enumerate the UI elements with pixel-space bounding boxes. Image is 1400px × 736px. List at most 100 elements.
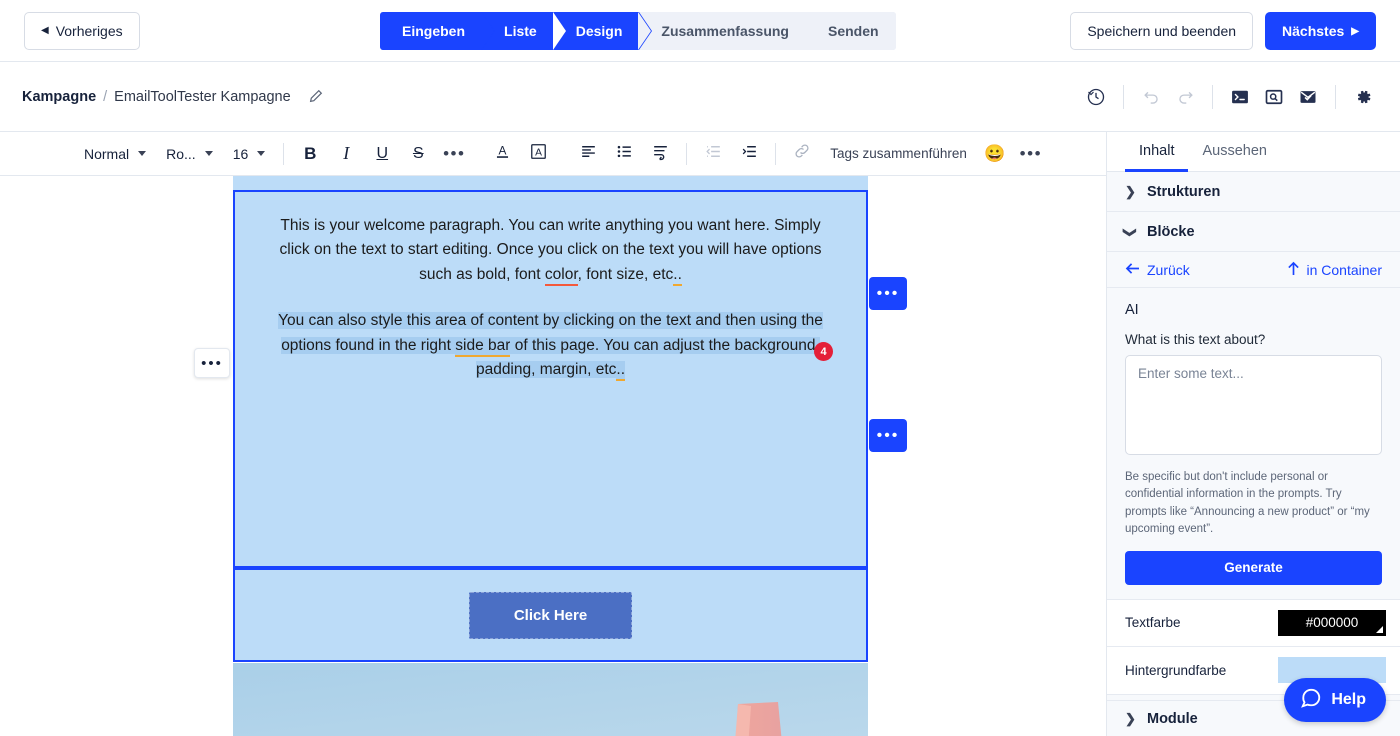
- link-button[interactable]: [784, 138, 820, 170]
- paragraph-style-select[interactable]: Normal: [74, 139, 156, 169]
- line-height-button[interactable]: [642, 138, 678, 170]
- in-container-label: in Container: [1306, 261, 1383, 278]
- text-color-swatch[interactable]: #000000: [1278, 609, 1386, 636]
- ai-panel: AI What is this text about? Be specific …: [1107, 288, 1400, 585]
- email-body: This is your welcome paragraph. You can …: [233, 176, 868, 736]
- indent-button[interactable]: [731, 138, 767, 170]
- p1-part-dots: ..: [673, 265, 682, 286]
- strikethrough-button[interactable]: S: [400, 138, 436, 170]
- step-label: Eingeben: [402, 23, 466, 39]
- indent-icon: [740, 142, 759, 166]
- p2-part-dots: ..: [616, 361, 626, 382]
- text-block-options-handle[interactable]: •••: [869, 277, 907, 310]
- help-button[interactable]: Help: [1284, 678, 1386, 722]
- preview-search-icon[interactable]: [1257, 80, 1291, 114]
- in-container-link[interactable]: in Container: [1287, 261, 1383, 279]
- step-zusammenfassung[interactable]: Zusammenfassung: [638, 12, 806, 50]
- right-sidebar: Inhalt Aussehen ❯ Strukturen ❯ Blöcke Zu…: [1106, 132, 1400, 736]
- back-link-label: Zurück: [1147, 261, 1190, 278]
- tab-aussehen[interactable]: Aussehen: [1188, 132, 1281, 172]
- align-left-icon: [579, 142, 598, 166]
- highlight-color-button[interactable]: A: [520, 138, 556, 170]
- help-button-label: Help: [1331, 691, 1366, 708]
- step-label: Zusammenfassung: [661, 23, 789, 39]
- section-bloecke-label: Blöcke: [1147, 223, 1195, 240]
- status-badge: 4: [814, 342, 833, 361]
- back-link[interactable]: Zurück: [1125, 262, 1190, 278]
- underline-button[interactable]: U: [364, 138, 400, 170]
- block-options-handle-top[interactable]: •••: [194, 348, 230, 378]
- test-email-icon[interactable]: [1291, 80, 1325, 114]
- font-size-value: 16: [232, 145, 249, 162]
- step-label: Design: [575, 23, 623, 39]
- top-bar: ◀ Vorheriges Eingeben Liste Design Zusam…: [0, 0, 1400, 62]
- previous-button-label: Vorheriges: [55, 22, 123, 39]
- breadcrumb-root[interactable]: Kampagne: [22, 89, 96, 105]
- more-formats-button[interactable]: •••: [436, 138, 472, 170]
- step-eingeben[interactable]: Eingeben: [380, 12, 496, 50]
- click-here-button[interactable]: Click Here: [468, 591, 633, 639]
- campaign-bar: Kampagne / EmailToolTester Kampagne: [0, 62, 1400, 132]
- toolbar-overflow-button[interactable]: •••: [1013, 138, 1049, 170]
- sidebar-tabs: Inhalt Aussehen: [1107, 132, 1400, 172]
- tab-inhalt[interactable]: Inhalt: [1125, 132, 1189, 172]
- history-icon[interactable]: [1079, 80, 1113, 114]
- text-highlight-icon: A: [529, 142, 548, 166]
- chevron-down-icon: [204, 151, 213, 156]
- step-label: Liste: [504, 23, 537, 39]
- font-size-select[interactable]: 16: [223, 139, 276, 169]
- align-button[interactable]: [570, 138, 606, 170]
- save-and-exit-button[interactable]: Speichern und beenden: [1070, 12, 1254, 50]
- font-family-select[interactable]: Ro...: [156, 139, 223, 169]
- text-block[interactable]: This is your welcome paragraph. You can …: [233, 190, 868, 568]
- next-button[interactable]: Nächstes ▶: [1265, 12, 1376, 50]
- previous-button[interactable]: ◀ Vorheriges: [24, 11, 140, 50]
- p2-part-b: of this page. You can adjust the backgro…: [475, 336, 820, 379]
- bullet-list-button[interactable]: [606, 138, 642, 170]
- undo-icon[interactable]: [1134, 80, 1168, 114]
- emoji-button[interactable]: 😀: [977, 138, 1013, 170]
- step-senden[interactable]: Senden: [804, 12, 896, 50]
- underline-icon: U: [376, 144, 389, 162]
- button-block-options-handle[interactable]: •••: [869, 419, 907, 452]
- step-liste[interactable]: Liste: [481, 12, 567, 50]
- divider: [1123, 85, 1124, 109]
- generate-button[interactable]: Generate: [1125, 550, 1382, 585]
- arrow-up-icon: [1287, 261, 1300, 279]
- ellipsis-icon: •••: [201, 354, 223, 372]
- top-spacer-block[interactable]: [233, 176, 868, 190]
- font-family-value: Ro...: [166, 145, 196, 162]
- ai-title: AI: [1125, 302, 1139, 318]
- gear-icon[interactable]: [1346, 80, 1380, 114]
- italic-button[interactable]: I: [328, 138, 364, 170]
- chat-bubble-icon: [1300, 687, 1322, 714]
- ai-prompt-input[interactable]: [1125, 355, 1382, 455]
- svg-text:A: A: [498, 143, 506, 157]
- redo-icon[interactable]: [1168, 80, 1202, 114]
- pencil-icon[interactable]: [308, 89, 323, 104]
- p1-part-b: , font size, etc: [577, 265, 674, 283]
- button-block[interactable]: Click Here: [233, 568, 868, 662]
- chevron-down-icon: ❯: [1123, 226, 1138, 238]
- link-icon: [793, 142, 811, 165]
- bold-button[interactable]: B: [292, 138, 328, 170]
- section-strukturen[interactable]: ❯ Strukturen: [1107, 172, 1400, 212]
- chevron-right-icon: ❯: [1125, 710, 1136, 726]
- triangle-right-icon: ▶: [1351, 25, 1359, 37]
- ai-hint-text: Be specific but don't include personal o…: [1125, 471, 1370, 536]
- font-color-button[interactable]: A: [484, 138, 520, 170]
- outdent-button[interactable]: [695, 138, 731, 170]
- block-nav-row: Zurück in Container: [1107, 252, 1400, 288]
- text-color-icon: A: [493, 142, 512, 166]
- merge-tags-button[interactable]: Tags zusammenführen: [820, 146, 977, 161]
- image-block[interactable]: [233, 663, 868, 736]
- code-terminal-icon[interactable]: [1223, 80, 1257, 114]
- emoji-icon: 😀: [984, 143, 1006, 163]
- divider: [686, 142, 688, 165]
- divider: [1212, 85, 1213, 109]
- triangle-left-icon: ◀: [41, 25, 49, 36]
- styling-paragraph: You can also style this area of content …: [267, 309, 834, 382]
- p1-color-word: color: [544, 265, 578, 286]
- section-bloecke[interactable]: ❯ Blöcke: [1107, 212, 1400, 252]
- top-bar-actions: Speichern und beenden Nächstes ▶: [1070, 12, 1376, 50]
